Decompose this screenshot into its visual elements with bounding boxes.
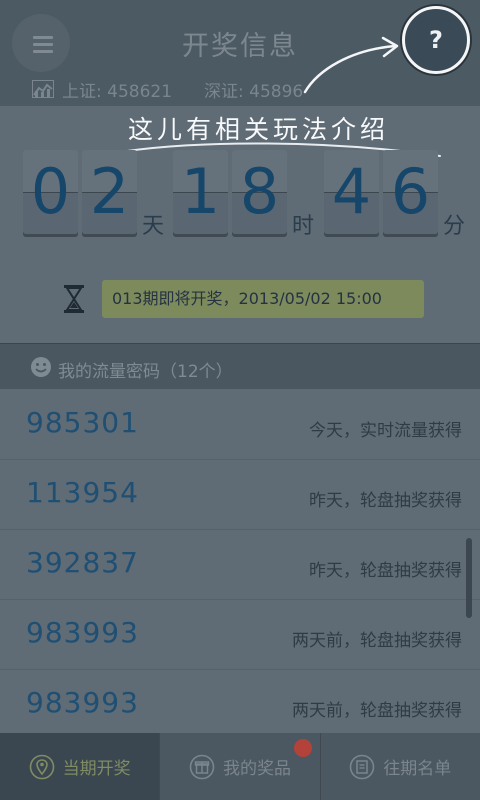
- code-value: 113954: [26, 476, 139, 509]
- countdown: 0 2 天 1 8 时 4 6 分: [0, 150, 480, 240]
- list-item[interactable]: 113954 昨天，轮盘抽奖获得: [0, 460, 480, 530]
- tab-past-winners[interactable]: 往期名单: [319, 733, 480, 800]
- list-item[interactable]: 983993 两天前，轮盘抽奖获得: [0, 670, 480, 733]
- section-header: 我的流量密码（12个）: [0, 343, 480, 389]
- tab-my-prizes[interactable]: 我的奖品: [159, 733, 319, 800]
- countdown-digit: 0: [23, 150, 78, 234]
- hourglass-icon: [64, 285, 84, 313]
- market-index: 上证: 458621 深证: 45896: [32, 78, 304, 102]
- question-icon: ?: [429, 26, 443, 54]
- scrollbar[interactable]: [466, 538, 472, 618]
- code-list: 985301 今天，实时流量获得 113954 昨天，轮盘抽奖获得 392837…: [0, 390, 480, 733]
- tab-label: 往期名单: [383, 759, 452, 779]
- gift-icon: [189, 754, 215, 779]
- hint-text: 这儿有相关玩法介绍: [128, 115, 390, 144]
- help-button[interactable]: ?: [402, 6, 470, 74]
- bottom-nav: 当期开奖 我的奖品 往期名单: [0, 733, 480, 800]
- code-note: 昨天，轮盘抽奖获得: [309, 491, 462, 511]
- countdown-digit: 2: [82, 150, 137, 234]
- countdown-digit: 8: [232, 150, 287, 234]
- code-value: 983993: [26, 686, 139, 719]
- code-note: 今天，实时流量获得: [309, 421, 462, 441]
- section-title: 我的流量密码（12个）: [58, 362, 233, 382]
- code-note: 两天前，轮盘抽奖获得: [292, 701, 462, 721]
- draw-info: 013期即将开奖，2013/05/02 15:00: [52, 280, 424, 318]
- list-item[interactable]: 392837 昨天，轮盘抽奖获得: [0, 530, 480, 600]
- days-unit: 天: [142, 214, 165, 239]
- hours-unit: 时: [292, 214, 315, 239]
- minutes-unit: 分: [443, 214, 466, 239]
- countdown-digit: 4: [324, 150, 379, 234]
- index-shanghai: 上证: 458621: [62, 81, 173, 102]
- countdown-digit: 6: [383, 150, 438, 234]
- code-note: 两天前，轮盘抽奖获得: [292, 631, 462, 651]
- code-value: 983993: [26, 616, 139, 649]
- location-pin-icon: [29, 754, 54, 779]
- chart-icon: [32, 80, 54, 98]
- notification-badge: [294, 739, 313, 757]
- countdown-digit: 1: [173, 150, 228, 234]
- list-item[interactable]: 985301 今天，实时流量获得: [0, 390, 480, 460]
- index-shenzhen: 深证: 45896: [204, 81, 304, 102]
- code-note: 昨天，轮盘抽奖获得: [309, 561, 462, 581]
- list-item[interactable]: 983993 两天前，轮盘抽奖获得: [0, 600, 480, 670]
- code-value: 392837: [26, 546, 139, 579]
- tab-label: 我的奖品: [222, 759, 291, 779]
- tab-label: 当期开奖: [62, 759, 131, 779]
- list-icon: [350, 754, 375, 779]
- draw-info-text: 013期即将开奖，2013/05/02 15:00: [102, 280, 424, 318]
- code-value: 985301: [26, 406, 139, 439]
- tab-current-draw[interactable]: 当期开奖: [0, 733, 160, 800]
- smile-icon: [31, 357, 51, 377]
